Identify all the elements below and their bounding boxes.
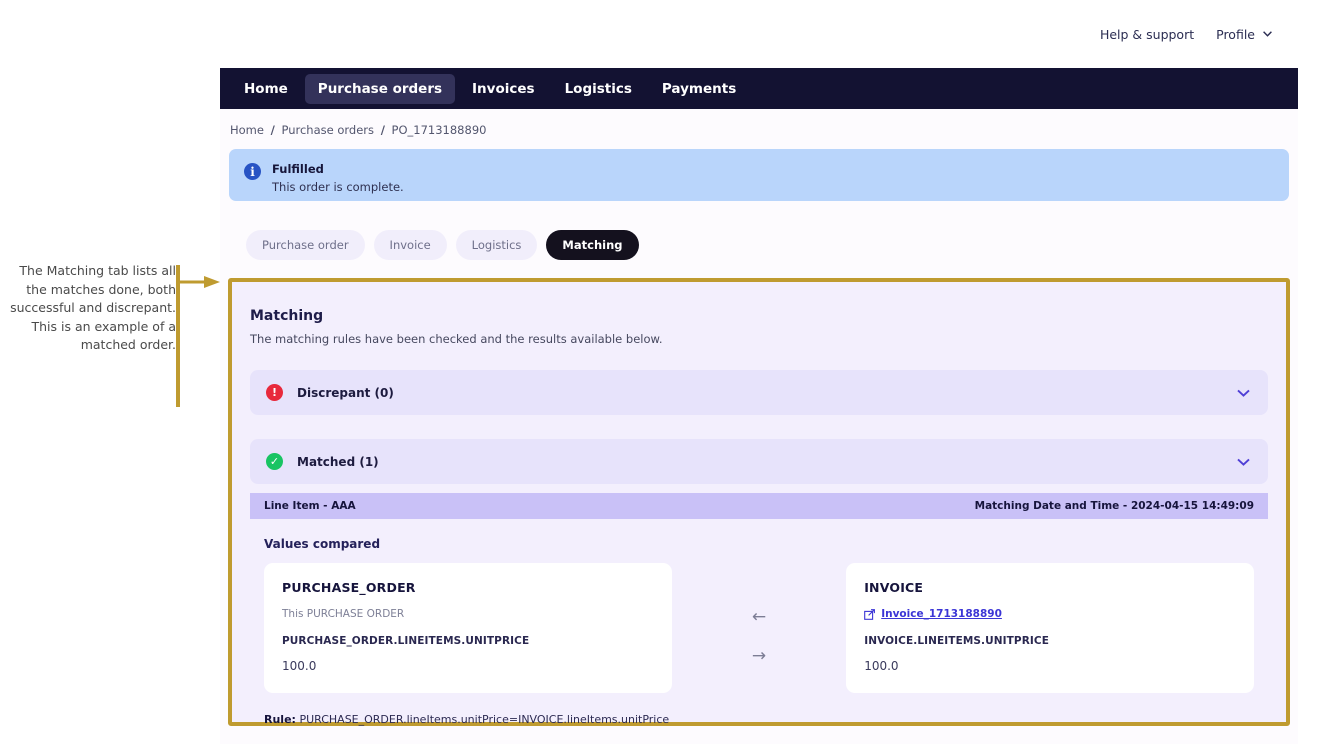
chevron-down-icon[interactable] <box>1237 389 1250 397</box>
accordion-discrepant-label: Discrepant (0) <box>297 385 394 400</box>
help-and-support-link[interactable]: Help & support <box>1100 27 1194 42</box>
page-title: Matching <box>250 308 324 324</box>
info-icon: i <box>244 163 261 180</box>
rule-label: Rule: <box>264 713 296 726</box>
purchase-order-card-description: This PURCHASE ORDER <box>282 608 405 620</box>
matching-rule: Rule: PURCHASE_ORDER.lineItems.unitPrice… <box>264 713 1268 726</box>
arrow-left-icon: ← <box>751 607 767 627</box>
matching-subtitle: The matching rules have been checked and… <box>250 332 663 346</box>
breadcrumb-item-home[interactable]: Home <box>230 123 264 137</box>
top-utility-bar: Help & support Profile <box>220 0 1298 68</box>
profile-link[interactable]: Profile <box>1216 27 1255 42</box>
invoice-card-title: INVOICE <box>864 580 924 595</box>
annotation-callout-text: The Matching tab lists all the matches d… <box>0 262 176 355</box>
line-item-label: Line Item - AAA <box>264 500 356 512</box>
nav-item-home[interactable]: Home <box>231 74 301 104</box>
detail-tabs: Purchase order Invoice Logistics Matchin… <box>220 201 1298 260</box>
breadcrumb-separator: / <box>380 123 385 137</box>
app-container: Help & support Profile Home Purchase ord… <box>220 0 1298 744</box>
purchase-order-field-value: 100.0 <box>282 659 317 673</box>
external-link-icon <box>864 608 876 620</box>
breadcrumb: Home / Purchase orders / PO_1713188890 <box>220 109 1298 149</box>
accordion-matched-label: Matched (1) <box>297 454 379 469</box>
purchase-order-field-name: PURCHASE_ORDER.LINEITEMS.UNITPRICE <box>282 635 530 647</box>
invoice-field-name: INVOICE.LINEITEMS.UNITPRICE <box>864 635 1049 647</box>
success-check-icon: ✓ <box>266 453 283 470</box>
nav-item-invoices[interactable]: Invoices <box>459 74 548 104</box>
invoice-field-value: 100.0 <box>864 659 899 673</box>
values-compared-label: Values compared <box>264 537 381 551</box>
invoice-card: INVOICE Invoice_1713188890 INVOICE.LINEI… <box>846 563 1254 693</box>
breadcrumb-item-current: PO_1713188890 <box>391 123 487 137</box>
breadcrumb-item-purchase-orders[interactable]: Purchase orders <box>281 123 374 137</box>
purchase-order-card-title: PURCHASE_ORDER <box>282 580 416 595</box>
tab-matching[interactable]: Matching <box>546 230 639 260</box>
accordion-matched[interactable]: ✓ Matched (1) <box>250 439 1268 484</box>
matching-datetime-label: Matching Date and Time - 2024-04-15 14:4… <box>974 500 1254 512</box>
chevron-down-icon[interactable] <box>1237 458 1250 466</box>
invoice-link-row[interactable]: Invoice_1713188890 <box>864 608 1236 620</box>
error-exclamation-icon: ! <box>266 384 283 401</box>
arrow-right-icon: → <box>751 646 767 666</box>
tab-logistics[interactable]: Logistics <box>455 230 538 260</box>
comparison-arrows: ← → <box>672 563 846 666</box>
rule-expression: PURCHASE_ORDER.lineItems.unitPrice=INVOI… <box>299 713 670 726</box>
annotation-line-1: The Matching tab lists all the matches d… <box>10 263 176 352</box>
purchase-order-card: PURCHASE_ORDER This PURCHASE ORDER PURCH… <box>264 563 672 693</box>
matched-detail: Line Item - AAA Matching Date and Time -… <box>250 493 1268 726</box>
values-comparison: PURCHASE_ORDER This PURCHASE ORDER PURCH… <box>250 563 1268 693</box>
matching-panel: Matching The matching rules have been ch… <box>228 278 1290 726</box>
profile-menu[interactable]: Profile <box>1216 27 1272 42</box>
tab-purchase-order[interactable]: Purchase order <box>246 230 365 260</box>
nav-item-payments[interactable]: Payments <box>649 74 749 104</box>
status-alert-banner: i Fulfilled This order is complete. <box>229 149 1289 201</box>
invoice-link[interactable]: Invoice_1713188890 <box>881 608 1002 620</box>
breadcrumb-separator: / <box>270 123 275 137</box>
chevron-down-icon <box>1263 31 1272 37</box>
line-item-header-bar: Line Item - AAA Matching Date and Time -… <box>250 493 1268 519</box>
tab-invoice[interactable]: Invoice <box>373 230 447 260</box>
alert-body: This order is complete. <box>272 180 404 194</box>
right-arrow-icon <box>176 276 220 288</box>
nav-item-logistics[interactable]: Logistics <box>552 74 645 104</box>
alert-title: Fulfilled <box>272 162 324 176</box>
nav-item-purchase-orders[interactable]: Purchase orders <box>304 73 456 104</box>
accordion-discrepant[interactable]: ! Discrepant (0) <box>250 370 1268 415</box>
main-navigation: Home Purchase orders Invoices Logistics … <box>220 68 1298 109</box>
